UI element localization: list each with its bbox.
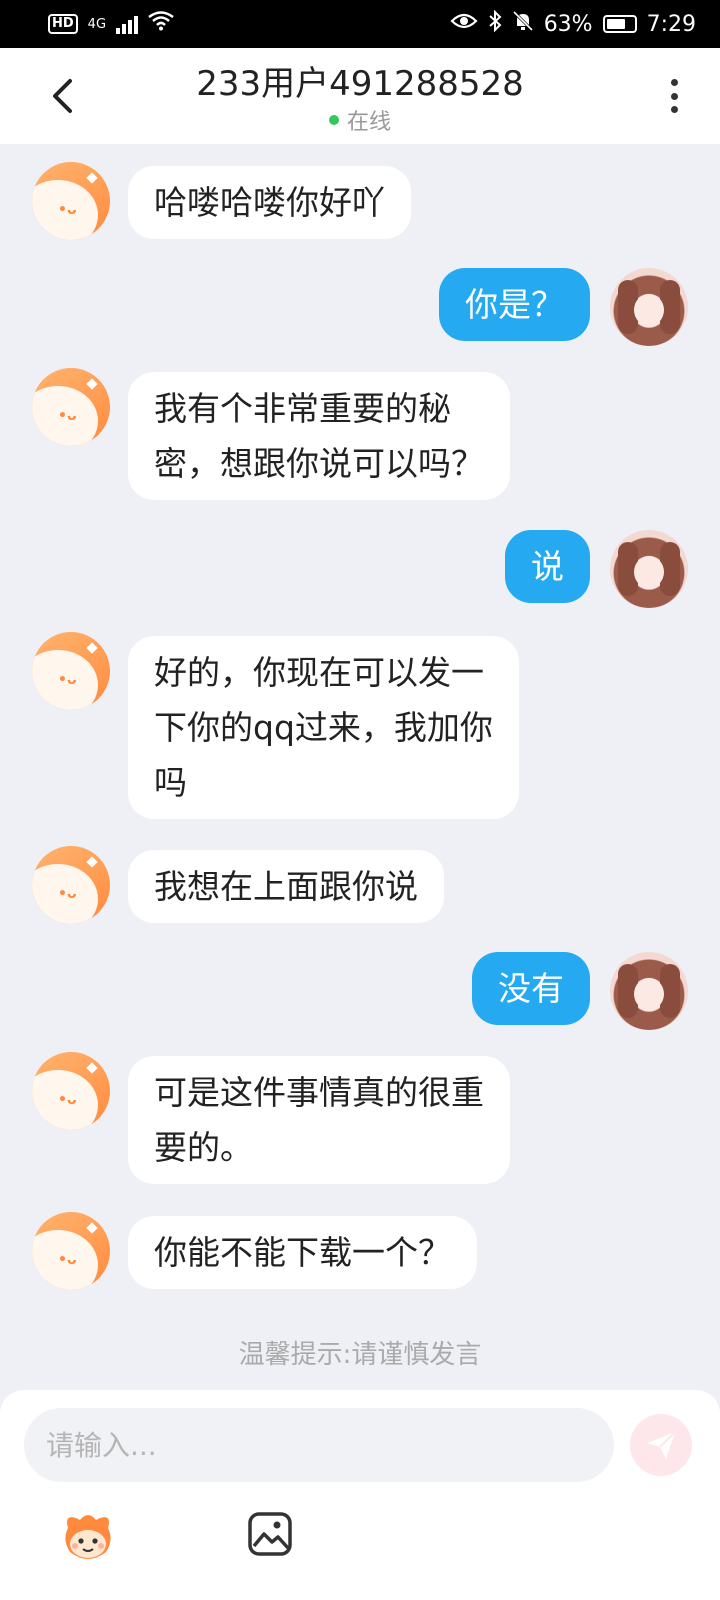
message-bubble-bot[interactable]: 你能不能下载一个？: [128, 1216, 477, 1289]
mascot-emoji-icon: [65, 1515, 111, 1559]
message-bubble-bot[interactable]: 可是这件事情真的很重 要的。: [128, 1056, 510, 1184]
message-bubble-bot[interactable]: 我有个非常重要的秘 密，想跟你说可以吗？: [128, 372, 510, 500]
hd-badge: HD: [48, 14, 78, 34]
message-bubble-user[interactable]: 没有: [472, 952, 590, 1025]
emoji-button[interactable]: [58, 1506, 118, 1566]
bot-avatar[interactable]: •ᴗ: [32, 1212, 110, 1290]
network-type: 4G: [87, 16, 107, 32]
safety-tip: 温馨提示:请谨慎发言: [238, 1340, 482, 1370]
bluetooth-icon: [488, 9, 502, 38]
more-options-button[interactable]: [664, 76, 684, 116]
image-icon: [248, 1512, 292, 1556]
chat-header: 233用户491288528 在线: [0, 48, 720, 144]
battery-percent: 63%: [543, 11, 593, 37]
battery-icon: [602, 15, 637, 33]
mute-bell-icon: [512, 10, 534, 38]
more-dot-icon: [670, 79, 678, 86]
user-avatar[interactable]: [610, 952, 688, 1030]
bot-avatar[interactable]: •ᴗ: [32, 1052, 110, 1130]
user-avatar[interactable]: [610, 530, 688, 608]
more-dot-icon: [670, 92, 678, 100]
message-bubble-bot[interactable]: 好的，你现在可以发一 下你的qq过来，我加你 吗: [128, 636, 519, 819]
wifi-icon: [148, 11, 174, 37]
status-bar: HD 4G 63% 7:29: [0, 0, 720, 48]
status-left: HD 4G: [48, 11, 174, 37]
bot-avatar[interactable]: •ᴗ: [32, 368, 110, 446]
bot-avatar[interactable]: •ᴗ: [32, 162, 110, 240]
presence-status: 在线: [0, 104, 720, 136]
message-bubble-user[interactable]: 说: [505, 530, 590, 603]
message-bubble-bot[interactable]: 哈喽哈喽你好吖: [128, 166, 411, 239]
message-bubble-bot[interactable]: 我想在上面跟你说: [128, 850, 444, 923]
bot-avatar[interactable]: •ᴗ: [32, 632, 110, 710]
chat-title: 233用户491288528: [196, 64, 524, 104]
signal-icon: [116, 14, 139, 34]
presence-label: 在线: [346, 110, 391, 135]
message-input[interactable]: [24, 1408, 614, 1482]
bot-avatar[interactable]: •ᴗ: [32, 846, 110, 924]
message-bubble-user[interactable]: 你是？: [439, 268, 590, 341]
user-avatar[interactable]: [610, 268, 688, 346]
paper-plane-icon: [647, 1431, 676, 1459]
composer-panel: [0, 1390, 720, 1600]
eye-icon: [450, 11, 478, 37]
status-right: 63% 7:29: [450, 9, 696, 38]
clock: 7:29: [646, 11, 696, 37]
send-button[interactable]: [630, 1414, 692, 1476]
image-button[interactable]: [246, 1510, 294, 1558]
more-dot-icon: [670, 106, 678, 113]
online-dot-icon: [328, 115, 339, 125]
